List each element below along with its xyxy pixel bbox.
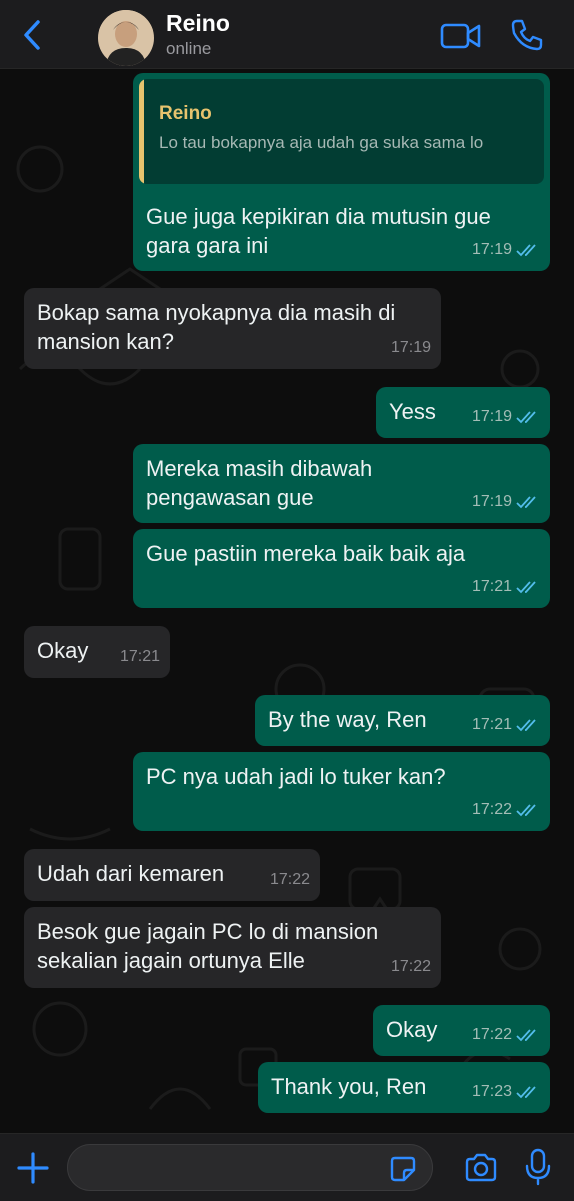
- message-input[interactable]: [67, 1144, 433, 1191]
- read-ticks-icon: [516, 1085, 536, 1098]
- read-ticks-icon: [516, 1028, 536, 1041]
- message-bubble-outgoing[interactable]: Yess 17:19: [376, 387, 550, 438]
- read-ticks-icon: [516, 495, 536, 508]
- message-bubble-incoming[interactable]: Besok gue jagain PC lo di mansion sekali…: [24, 907, 441, 988]
- reply-quote-text: Lo tau bokapnya aja udah ga suka sama lo: [159, 133, 484, 152]
- message-text-line: PC nya udah jadi lo tuker kan?: [146, 764, 446, 789]
- message-bubble-outgoing[interactable]: PC nya udah jadi lo tuker kan? 17:22: [133, 752, 550, 831]
- message-time: 17:21: [119, 648, 160, 665]
- message-time: 17:21: [471, 578, 512, 595]
- read-ticks-icon: [516, 243, 536, 256]
- composer-bar: [0, 1133, 574, 1201]
- message-meta: 17:19: [472, 402, 540, 431]
- message-meta: 17:21: [120, 642, 160, 671]
- message-meta: 17:21: [472, 572, 540, 601]
- message-text-line: Gue juga kepikiran dia mutusin gue: [146, 204, 491, 229]
- message-meta: 17:22: [391, 952, 431, 981]
- message-time: 17:19: [471, 493, 512, 510]
- message-text-line: mansion kan?: [37, 329, 174, 354]
- message-text-line: gara gara ini: [146, 233, 269, 258]
- message-text-line: Okay: [386, 1017, 438, 1042]
- message-bubble-outgoing[interactable]: Okay 17:22: [373, 1005, 550, 1056]
- message-time: 17:23: [471, 1083, 512, 1100]
- read-ticks-icon: [516, 718, 536, 731]
- message-bubble-incoming[interactable]: Udah dari kemaren 17:22: [24, 849, 320, 901]
- message-bubble-outgoing[interactable]: Mereka masih dibawah pengawasan gue 17:1…: [133, 444, 550, 523]
- message-bubble-outgoing[interactable]: By the way, Ren 17:21: [255, 695, 550, 746]
- video-call-icon[interactable]: [440, 22, 482, 50]
- chevron-left-icon[interactable]: [18, 18, 48, 52]
- message-text-line: Besok gue jagain PC lo di mansion: [37, 919, 379, 944]
- reply-quote[interactable]: Reino Lo tau bokapnya aja udah ga suka s…: [139, 79, 544, 184]
- message-text-line: Mereka masih dibawah: [146, 456, 373, 481]
- message-meta: 17:19: [472, 487, 540, 516]
- sticker-icon[interactable]: [390, 1156, 416, 1182]
- message-text-line: sekalian jagain ortunya Elle: [37, 948, 305, 973]
- message-text-line: Udah dari kemaren: [37, 861, 225, 886]
- message-bubble-incoming[interactable]: Bokap sama nyokapnya dia masih di mansio…: [24, 288, 441, 369]
- message-meta: 17:22: [270, 865, 310, 894]
- chat-header: Reino online: [0, 0, 574, 69]
- message-bubble-incoming[interactable]: Okay 17:21: [24, 626, 170, 678]
- message-text-line: Gue pastiin mereka baik baik aja: [146, 541, 466, 566]
- message-time: 17:22: [471, 801, 512, 818]
- read-ticks-icon: [516, 803, 536, 816]
- message-meta: 17:19: [391, 333, 431, 362]
- message-text-line: pengawasan gue: [146, 485, 314, 510]
- message-time: 17:19: [390, 339, 431, 356]
- reply-quote-bar: [139, 79, 144, 184]
- message-time: 17:21: [471, 716, 512, 733]
- message-bubble-outgoing[interactable]: Thank you, Ren 17:23: [258, 1062, 550, 1113]
- camera-icon[interactable]: [464, 1153, 498, 1183]
- message-meta: 17:22: [472, 1020, 540, 1049]
- reply-quote-name: Reino: [159, 103, 212, 124]
- message-bubble-outgoing[interactable]: Reino Lo tau bokapnya aja udah ga suka s…: [133, 73, 550, 271]
- avatar[interactable]: [98, 10, 154, 66]
- chat-area[interactable]: Reino Lo tau bokapnya aja udah ga suka s…: [0, 69, 574, 1133]
- message-time: 17:19: [471, 241, 512, 258]
- message-meta: 17:22: [472, 795, 540, 824]
- plus-icon[interactable]: [16, 1151, 50, 1185]
- message-time: 17:22: [471, 1026, 512, 1043]
- message-meta: 17:23: [472, 1077, 540, 1106]
- message-meta: 17:19: [472, 235, 540, 264]
- contact-status: online: [166, 39, 212, 58]
- message-text-line: By the way, Ren: [268, 707, 427, 732]
- message-time: 17:19: [471, 408, 512, 425]
- microphone-icon[interactable]: [524, 1148, 552, 1186]
- message-text-line: Thank you, Ren: [271, 1074, 427, 1099]
- phone-icon[interactable]: [510, 18, 544, 52]
- message-bubble-outgoing[interactable]: Gue pastiin mereka baik baik aja 17:21: [133, 529, 550, 608]
- message-time: 17:22: [390, 958, 431, 975]
- message-text-line: Okay: [37, 638, 89, 663]
- message-time: 17:22: [269, 871, 310, 888]
- message-meta: 17:21: [472, 710, 540, 739]
- read-ticks-icon: [516, 580, 536, 593]
- read-ticks-icon: [516, 410, 536, 423]
- contact-name[interactable]: Reino: [166, 10, 230, 37]
- message-text-line: Bokap sama nyokapnya dia masih di: [37, 300, 396, 325]
- message-text-line: Yess: [389, 399, 436, 424]
